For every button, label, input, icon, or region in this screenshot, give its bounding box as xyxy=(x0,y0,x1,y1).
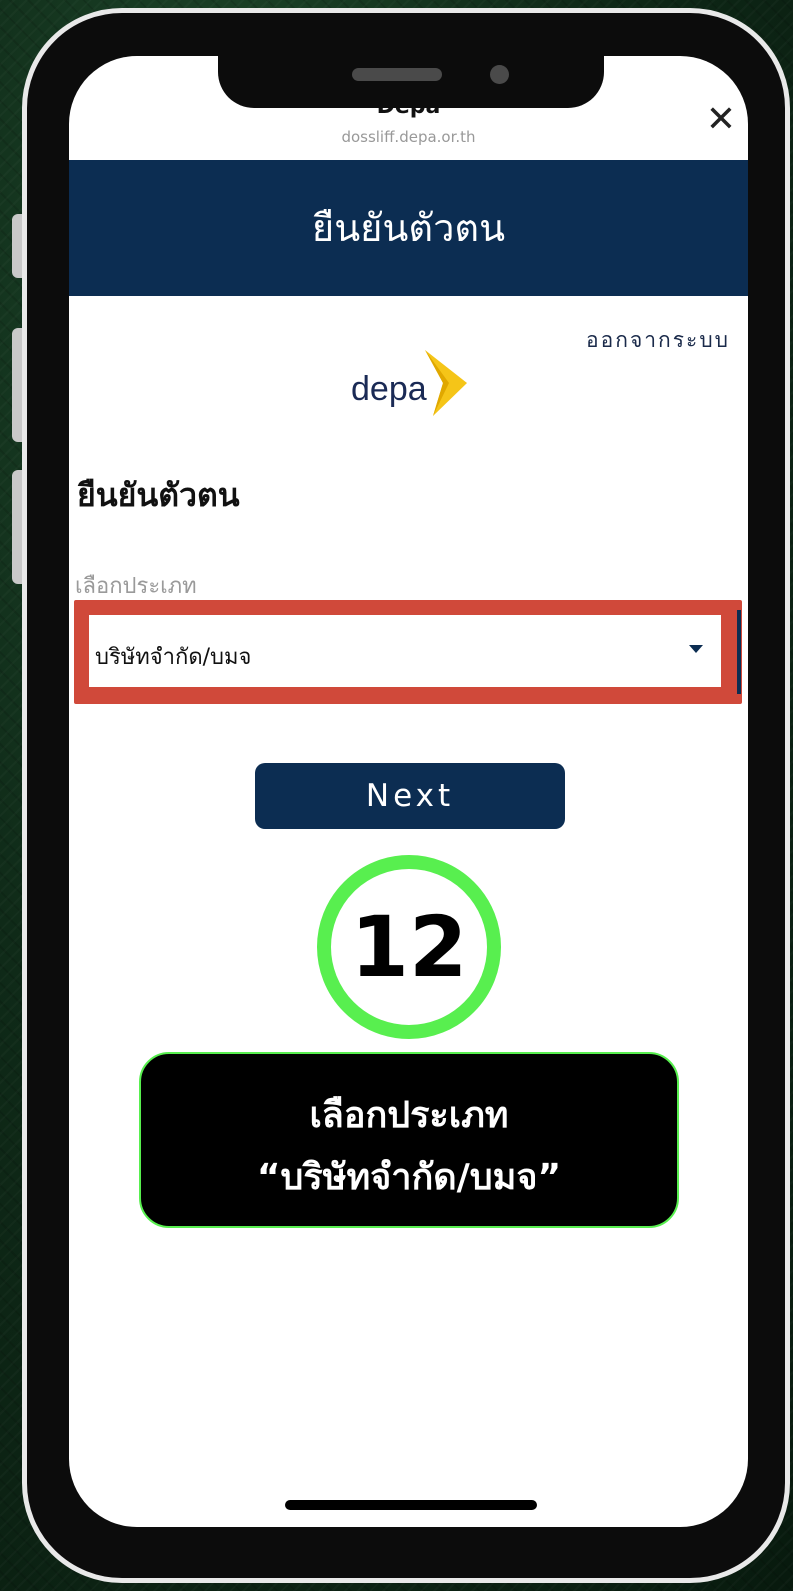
next-button[interactable]: Next xyxy=(255,763,565,829)
chevron-down-icon[interactable] xyxy=(689,645,703,653)
phone-notch xyxy=(218,56,604,108)
depa-logo: depa xyxy=(351,350,471,422)
logo-arrow-icon xyxy=(425,350,467,416)
page-header: ยืนยันตัวตน xyxy=(69,160,748,296)
phone-screen: Depa dossliff.depa.or.th ✕ ยืนยันตัวตน อ… xyxy=(69,56,748,1527)
step-number-badge: 12 xyxy=(317,855,501,1039)
browser-url: dossliff.depa.or.th xyxy=(341,128,476,146)
close-icon[interactable]: ✕ xyxy=(703,102,739,138)
logout-link[interactable]: ออกจากระบบ xyxy=(586,324,730,357)
logo-text: depa xyxy=(351,370,427,408)
instruction-line-2: “บริษัทจำกัด/บมจ” xyxy=(256,1157,562,1198)
home-indicator xyxy=(285,1500,537,1510)
section-title: ยืนยันตัวตน xyxy=(77,476,240,514)
speaker-grille xyxy=(352,68,442,81)
type-field-label: เลือกประเภท xyxy=(75,574,197,599)
instruction-line-1: เลือกประเภท xyxy=(309,1095,509,1136)
type-select[interactable]: บริษัทจำกัด/บมจ xyxy=(89,615,721,687)
instruction-callout: เลือกประเภท “บริษัทจำกัด/บมจ” xyxy=(139,1052,679,1228)
select-border-edge xyxy=(737,610,741,694)
front-camera xyxy=(490,65,509,84)
type-select-value: บริษัทจำกัด/บมจ xyxy=(95,645,252,670)
